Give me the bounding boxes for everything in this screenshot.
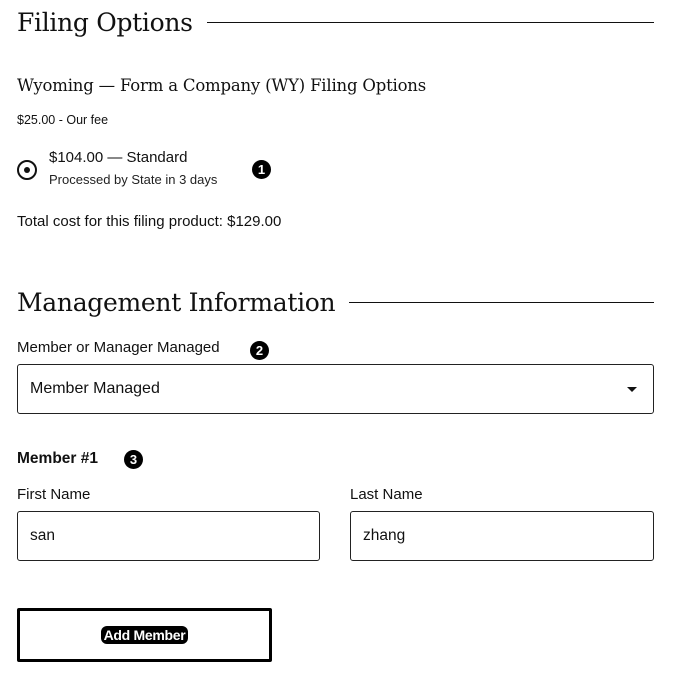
our-fee-text: $25.00 - Our fee [17, 113, 109, 127]
total-cost-text: Total cost for this filing product: $129… [17, 213, 282, 230]
option-price-label: $104.00 — Standard [49, 149, 188, 166]
managed-type-value: Member Managed [30, 380, 160, 397]
filing-options-title: Filing Options [17, 8, 193, 37]
first-name-input[interactable] [17, 511, 320, 561]
managed-type-label: Member or Manager Managed [17, 339, 220, 356]
standard-filing-option[interactable]: $104.00 — Standard Processed by State in… [17, 148, 217, 189]
step-badge-3: 3 [124, 450, 143, 469]
section-divider [206, 22, 654, 23]
caret-down-icon [627, 387, 637, 392]
last-name-label: Last Name [350, 486, 423, 503]
option-text: $104.00 — Standard Processed by State in… [49, 148, 217, 189]
step-badge-1: 1 [252, 160, 271, 179]
option-processing-time: Processed by State in 3 days [49, 172, 218, 187]
management-info-header: Management Information [17, 288, 654, 317]
add-member-label: Add Member [100, 626, 189, 644]
standard-radio-button[interactable] [17, 160, 37, 180]
step-badge-2: 2 [250, 341, 269, 360]
filing-subtitle: Wyoming — Form a Company (WY) Filing Opt… [17, 76, 427, 95]
member-title: Member #1 [17, 450, 98, 467]
filing-options-header: Filing Options [17, 8, 654, 37]
management-info-title: Management Information [17, 288, 336, 317]
first-name-label: First Name [17, 486, 91, 503]
managed-type-select[interactable]: Member Managed [17, 364, 654, 414]
section-divider [349, 302, 654, 303]
last-name-input[interactable] [350, 511, 654, 561]
add-member-button[interactable]: Add Member [17, 608, 272, 662]
